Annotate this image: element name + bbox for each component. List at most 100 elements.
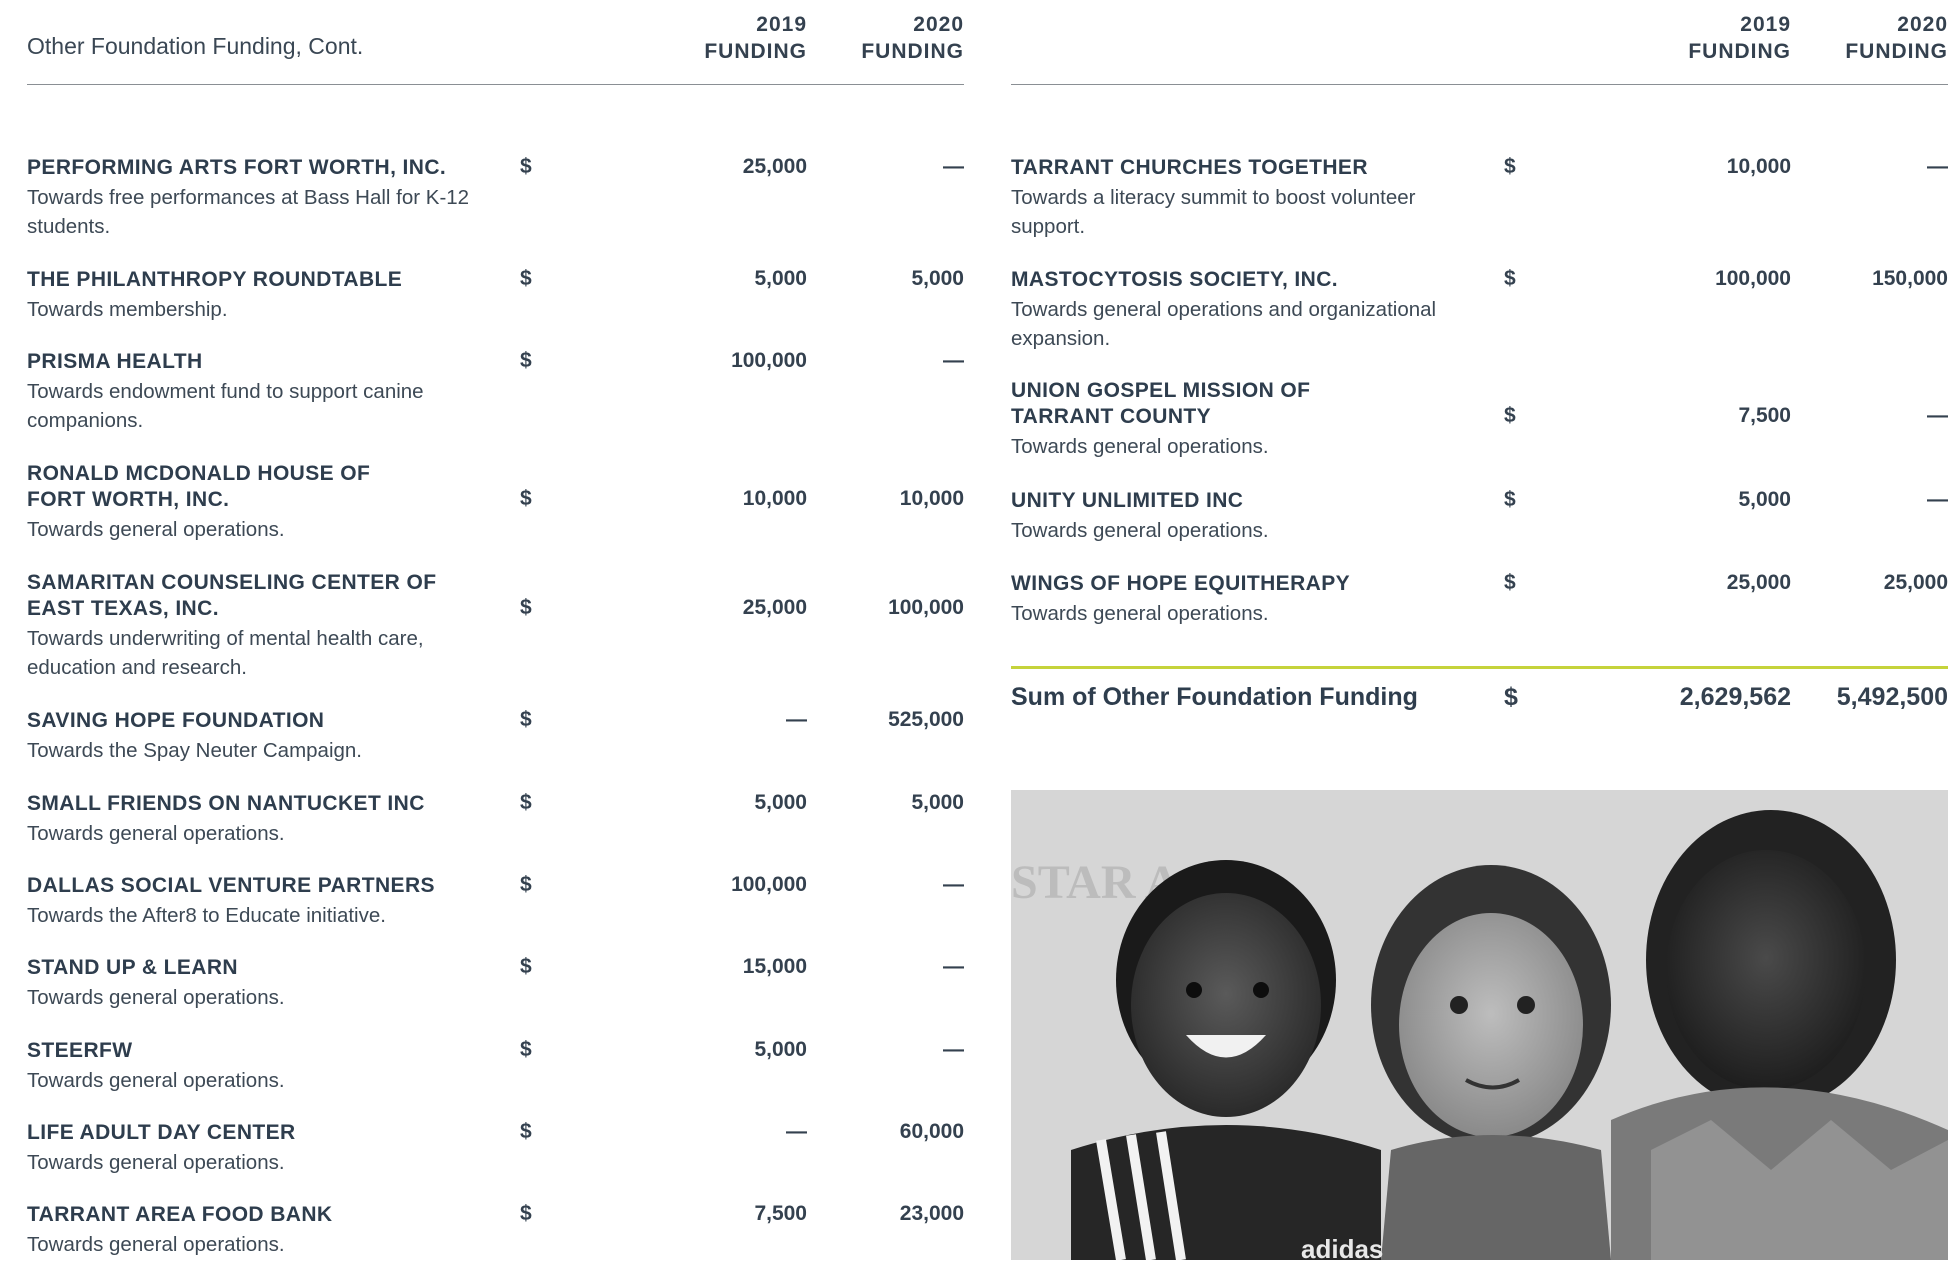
funding-2020: 5,000 bbox=[911, 791, 964, 814]
funding-2020: 60,000 bbox=[899, 1120, 964, 1143]
funding-row: SAMARITAN COUNSELING CENTER OF EAST TEXA… bbox=[27, 570, 964, 708]
children-photo: STAR A adidas bbox=[1011, 790, 1948, 1260]
svg-text:adidas: adidas bbox=[1301, 1234, 1383, 1260]
left-header: Other Foundation Funding, Cont. 2019 FUN… bbox=[27, 0, 964, 85]
funding-row: PERFORMING ARTS FORT WORTH, INC. Towards … bbox=[27, 155, 964, 267]
right-rows: TARRANT CHURCHES TOGETHER Towards a liter… bbox=[1011, 155, 1948, 651]
right-header: 2019 FUNDING 2020 FUNDING bbox=[1011, 0, 1948, 85]
currency-symbol: $ bbox=[520, 1120, 532, 1143]
currency-symbol: $ bbox=[1504, 155, 1516, 178]
currency-symbol: $ bbox=[1504, 488, 1516, 511]
funding-2020: 150,000 bbox=[1872, 267, 1948, 290]
org-name: UNITY UNLIMITED INC bbox=[1011, 489, 1244, 512]
funding-row: UNION GOSPEL MISSION OF TARRANT COUNTY To… bbox=[1011, 378, 1948, 488]
org-description: Towards general operations. bbox=[1011, 602, 1269, 625]
org-description: Towards general operations and organizat… bbox=[1011, 298, 1437, 350]
funding-row: UNITY UNLIMITED INC Towards general opera… bbox=[1011, 488, 1948, 571]
funding-2019: 100,000 bbox=[1715, 267, 1791, 290]
org-description: Towards general operations. bbox=[27, 1151, 285, 1174]
sum-2020: 5,492,500 bbox=[1836, 683, 1948, 711]
funding-row: STEERFW Towards general operations. $5,000… bbox=[27, 1038, 964, 1120]
funding-row: THE PHILANTHROPY ROUNDTABLE Towards membe… bbox=[27, 267, 964, 349]
currency-symbol: $ bbox=[520, 487, 532, 510]
org-name: SMALL FRIENDS ON NANTUCKET INC bbox=[27, 792, 425, 815]
org-name: THE PHILANTHROPY ROUNDTABLE bbox=[27, 268, 403, 291]
org-name: STAND UP & LEARN bbox=[27, 956, 238, 979]
sum-currency: $ bbox=[1504, 683, 1518, 711]
org-description: Towards a literacy summit to boost volun… bbox=[1011, 186, 1416, 238]
funding-row: RONALD MCDONALD HOUSE OF FORT WORTH, INC… bbox=[27, 461, 964, 570]
funding-2019: 5,000 bbox=[1738, 488, 1791, 511]
currency-symbol: $ bbox=[520, 955, 532, 978]
col-2020-header: 2020 FUNDING bbox=[861, 13, 964, 63]
funding-2020: — bbox=[943, 1038, 964, 1061]
funding-2020: — bbox=[943, 955, 964, 978]
funding-2020: — bbox=[943, 155, 964, 178]
org-description: Towards the Spay Neuter Campaign. bbox=[27, 739, 363, 762]
funding-2019: 7,500 bbox=[754, 1202, 807, 1225]
currency-symbol: $ bbox=[1504, 571, 1516, 594]
funding-2019: 25,000 bbox=[742, 596, 807, 619]
currency-symbol: $ bbox=[520, 791, 532, 814]
org-name: WINGS OF HOPE EQUITHERAPY bbox=[1011, 572, 1351, 595]
funding-2020: 5,000 bbox=[911, 267, 964, 290]
funding-row: LIFE ADULT DAY CENTER Towards general ope… bbox=[27, 1120, 964, 1202]
org-name: PRISMA HEALTH bbox=[27, 350, 203, 373]
right-column: 2019 FUNDING 2020 FUNDING TARRANT CHURCH… bbox=[1011, 0, 1948, 1260]
currency-symbol: $ bbox=[520, 155, 532, 178]
funding-2019: — bbox=[786, 1120, 807, 1143]
sum-label: Sum of Other Foundation Funding bbox=[1011, 683, 1418, 711]
currency-symbol: $ bbox=[520, 349, 532, 372]
org-name: TARRANT CHURCHES TOGETHER bbox=[1011, 156, 1368, 179]
org-name: PERFORMING ARTS FORT WORTH, INC. bbox=[27, 156, 447, 179]
left-rows: PERFORMING ARTS FORT WORTH, INC. Towards … bbox=[27, 155, 964, 1262]
funding-row: STAND UP & LEARN Towards general operatio… bbox=[27, 955, 964, 1038]
org-description: Towards free performances at Bass Hall f… bbox=[27, 186, 470, 238]
funding-2019: 7,500 bbox=[1738, 404, 1791, 427]
funding-2020: — bbox=[1927, 155, 1948, 178]
currency-symbol: $ bbox=[520, 873, 532, 896]
funding-2019: 25,000 bbox=[1726, 571, 1791, 594]
funding-2020: 23,000 bbox=[899, 1202, 964, 1225]
org-description: Towards general operations. bbox=[27, 518, 285, 541]
col-2019-header: 2019 FUNDING bbox=[1688, 13, 1791, 63]
currency-symbol: $ bbox=[520, 267, 532, 290]
funding-2019: 5,000 bbox=[754, 267, 807, 290]
org-description: Towards underwriting of mental health ca… bbox=[27, 627, 424, 679]
funding-2020: 525,000 bbox=[888, 708, 964, 731]
org-description: Towards general operations. bbox=[27, 986, 285, 1009]
funding-row: TARRANT AREA FOOD BANK Towards general op… bbox=[27, 1202, 964, 1262]
funding-row: SAVING HOPE FOUNDATION Towards the Spay N… bbox=[27, 708, 964, 791]
org-description: Towards general operations. bbox=[27, 1233, 285, 1256]
funding-2019: 15,000 bbox=[742, 955, 807, 978]
funding-2020: — bbox=[1927, 488, 1948, 511]
funding-2019: 10,000 bbox=[742, 487, 807, 510]
org-description: Towards membership. bbox=[27, 298, 228, 321]
org-name: LIFE ADULT DAY CENTER bbox=[27, 1121, 296, 1144]
funding-2020: — bbox=[943, 349, 964, 372]
funding-row: WINGS OF HOPE EQUITHERAPY Towards general… bbox=[1011, 571, 1948, 651]
currency-symbol: $ bbox=[520, 708, 532, 731]
org-description: Towards endowment fund to support canine… bbox=[27, 380, 424, 432]
funding-row: SMALL FRIENDS ON NANTUCKET INC Towards ge… bbox=[27, 791, 964, 873]
funding-2019: 100,000 bbox=[731, 873, 807, 896]
funding-2019: — bbox=[786, 708, 807, 731]
sum-2019: 2,629,562 bbox=[1679, 683, 1791, 711]
children-photo-illustration: STAR A adidas bbox=[1011, 790, 1948, 1260]
left-column: Other Foundation Funding, Cont. 2019 FUN… bbox=[27, 0, 964, 1262]
org-name: STEERFW bbox=[27, 1039, 133, 1062]
org-name: TARRANT AREA FOOD BANK bbox=[27, 1203, 333, 1226]
funding-row: DALLAS SOCIAL VENTURE PARTNERS Towards th… bbox=[27, 873, 964, 955]
funding-2019: 10,000 bbox=[1726, 155, 1791, 178]
section-title: Other Foundation Funding, Cont. bbox=[27, 33, 364, 59]
funding-row: PRISMA HEALTH Towards endowment fund to s… bbox=[27, 349, 964, 461]
col-2020-header: 2020 FUNDING bbox=[1845, 13, 1948, 63]
col-2019-header: 2019 FUNDING bbox=[704, 13, 807, 63]
org-description: Towards general operations. bbox=[1011, 435, 1269, 458]
funding-row: MASTOCYTOSIS SOCIETY, INC. Towards genera… bbox=[1011, 267, 1948, 378]
org-description: Towards general operations. bbox=[27, 1069, 285, 1092]
funding-2020: — bbox=[1927, 404, 1948, 427]
funding-2020: 10,000 bbox=[899, 487, 964, 510]
funding-2019: 5,000 bbox=[754, 1038, 807, 1061]
org-name: MASTOCYTOSIS SOCIETY, INC. bbox=[1011, 268, 1339, 291]
